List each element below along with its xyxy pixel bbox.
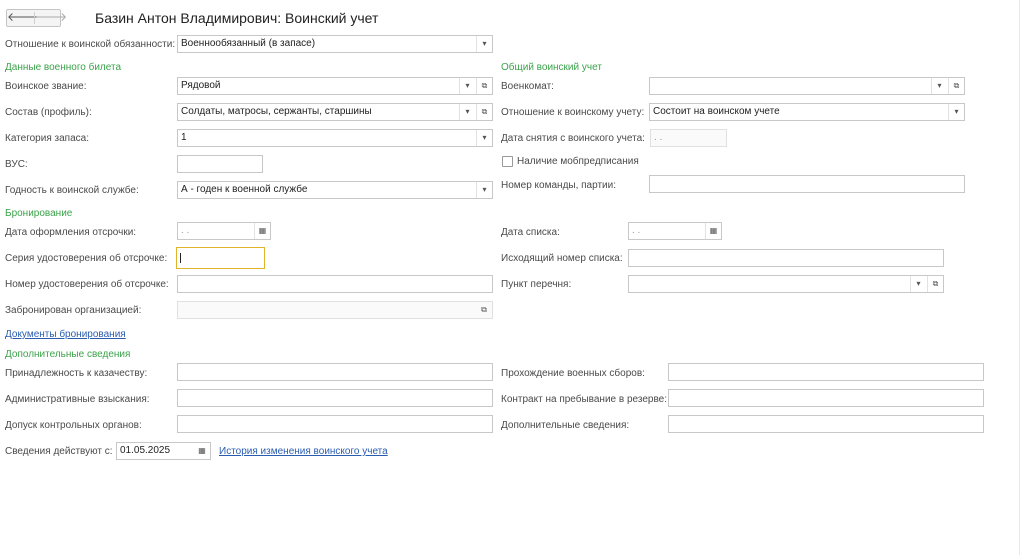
open-icon[interactable]: ⧉ xyxy=(927,276,943,292)
chevron-down-icon[interactable]: ▾ xyxy=(476,130,492,146)
attitude-select[interactable]: Состоит на воинском учете ▾ xyxy=(649,103,965,121)
text-caret xyxy=(180,253,181,263)
section-general-registration: Общий воинский учет xyxy=(501,62,602,73)
commissariat-select[interactable]: ▾ ⧉ xyxy=(649,77,965,95)
cert-series-input[interactable] xyxy=(176,247,265,269)
training-input[interactable] xyxy=(668,363,984,381)
calendar-icon[interactable]: ▦ xyxy=(194,443,210,459)
cert-number-input[interactable] xyxy=(177,275,493,293)
admin-penalties-label: Административные взыскания: xyxy=(5,394,150,405)
reserve-contract-input[interactable] xyxy=(668,389,984,407)
booking-documents-link[interactable]: Документы бронирования xyxy=(5,329,126,341)
vus-input[interactable] xyxy=(177,155,263,173)
chevron-down-icon[interactable]: ▾ xyxy=(459,78,475,94)
navigation-buttons: 🡐 🡒 xyxy=(6,9,67,27)
deferral-date-label: Дата оформления отсрочки: xyxy=(5,227,137,238)
history-link[interactable]: История изменения воинского учета xyxy=(219,446,388,458)
calendar-icon[interactable]: ▦ xyxy=(254,223,270,239)
cossack-input[interactable] xyxy=(177,363,493,381)
rank-select[interactable]: Рядовой ▾ ⧉ xyxy=(177,77,493,95)
training-label: Прохождение военных сборов: xyxy=(501,368,645,379)
section-military-id: Данные военного билета xyxy=(5,62,122,73)
mob-order-label: Наличие мобпредписания xyxy=(517,156,639,167)
chevron-down-icon[interactable]: ▾ xyxy=(459,104,475,120)
profile-label: Состав (профиль): xyxy=(5,107,92,118)
team-number-label: Номер команды, партии: xyxy=(501,180,616,191)
list-item-select[interactable]: ▾ ⧉ xyxy=(628,275,944,293)
section-additional: Дополнительные сведения xyxy=(5,349,131,360)
list-number-label: Исходящий номер списка: xyxy=(501,253,623,264)
fitness-select[interactable]: А - годен к военной службе ▾ xyxy=(177,181,493,199)
reserved-by-label: Забронирован организацией: xyxy=(5,305,142,316)
list-date-label: Дата списка: xyxy=(501,227,560,238)
reserve-category-select[interactable]: 1 ▾ xyxy=(177,129,493,147)
window-edge xyxy=(1019,0,1020,555)
arrow-right-icon: 🡒 xyxy=(35,10,68,24)
commissariat-label: Военкомат: xyxy=(501,81,554,92)
open-icon[interactable]: ⧉ xyxy=(476,104,492,120)
rank-label: Воинское звание: xyxy=(5,81,87,92)
chevron-down-icon[interactable]: ▾ xyxy=(476,36,492,52)
control-access-input[interactable] xyxy=(177,415,493,433)
chevron-down-icon[interactable]: ▾ xyxy=(948,104,964,120)
list-number-input[interactable] xyxy=(628,249,944,267)
calendar-icon[interactable]: ▦ xyxy=(705,223,721,239)
back-button[interactable]: 🡐 xyxy=(7,10,39,26)
reserve-contract-label: Контракт на пребывание в резерве: xyxy=(501,394,668,405)
admin-penalties-input[interactable] xyxy=(177,389,493,407)
chevron-down-icon[interactable]: ▾ xyxy=(476,182,492,198)
relation-label: Отношение к воинской обязанности: xyxy=(5,39,176,50)
chevron-down-icon[interactable]: ▾ xyxy=(910,276,926,292)
reserved-by-input[interactable]: ⧉ xyxy=(177,301,493,319)
forward-button[interactable]: 🡒 xyxy=(35,10,67,26)
fitness-label: Годность к воинской службе: xyxy=(5,185,139,196)
relation-select[interactable]: Военнообязанный (в запасе) ▾ xyxy=(177,35,493,53)
team-number-input[interactable] xyxy=(649,175,965,193)
vus-label: ВУС: xyxy=(5,159,28,170)
cert-number-label: Номер удостоверения об отсрочке: xyxy=(5,279,169,290)
removal-date-input[interactable]: . . xyxy=(650,129,727,147)
extra-info-label: Дополнительные сведения: xyxy=(501,420,630,431)
attitude-label: Отношение к воинскому учету: xyxy=(501,107,645,118)
control-access-label: Допуск контрольных органов: xyxy=(5,420,142,431)
cert-series-label: Серия удостоверения об отсрочке: xyxy=(5,253,168,264)
open-icon[interactable]: ⧉ xyxy=(948,78,964,94)
cossack-label: Принадлежность к казачеству: xyxy=(5,368,148,379)
effective-date-input[interactable]: 01.05.2025 ▦ xyxy=(116,442,211,460)
mob-order-checkbox[interactable] xyxy=(502,156,513,167)
reserve-category-label: Категория запаса: xyxy=(5,133,89,144)
extra-info-input[interactable] xyxy=(668,415,984,433)
section-booking: Бронирование xyxy=(5,208,73,219)
profile-select[interactable]: Солдаты, матросы, сержанты, старшины ▾ ⧉ xyxy=(177,103,493,121)
open-icon[interactable]: ⧉ xyxy=(476,302,492,318)
list-item-label: Пункт перечня: xyxy=(501,279,572,290)
open-icon[interactable]: ⧉ xyxy=(476,78,492,94)
deferral-date-input[interactable]: . . ▦ xyxy=(177,222,271,240)
effective-date-label: Сведения действуют с: xyxy=(5,446,113,457)
list-date-input[interactable]: . . ▦ xyxy=(628,222,722,240)
removal-date-label: Дата снятия с воинского учета: xyxy=(501,133,645,144)
chevron-down-icon[interactable]: ▾ xyxy=(931,78,947,94)
page-title: Базин Антон Владимирович: Воинский учет xyxy=(95,10,379,26)
